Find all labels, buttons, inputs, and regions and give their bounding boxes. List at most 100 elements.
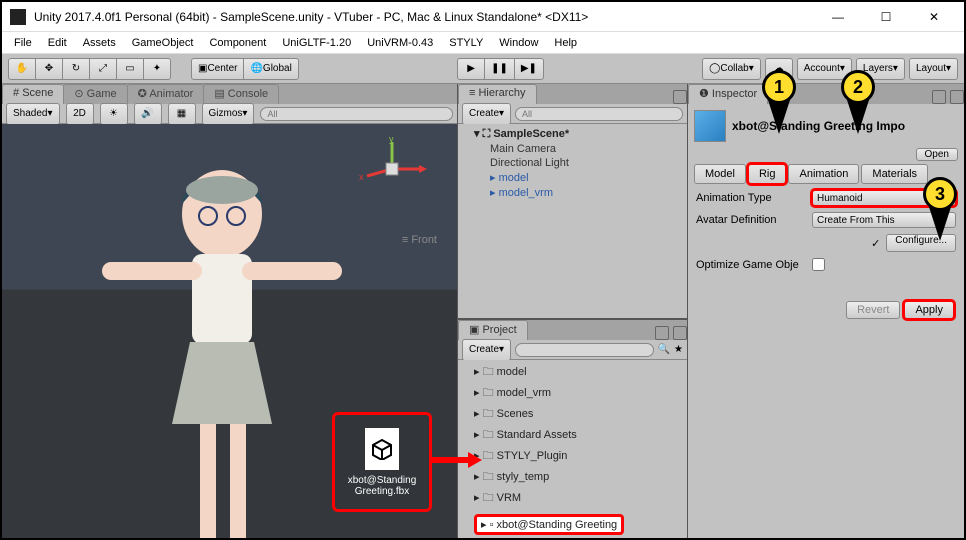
menu-assets[interactable]: Assets — [77, 35, 122, 51]
play-button[interactable]: ▶ — [457, 58, 485, 80]
inspector-menu-icon[interactable] — [950, 90, 964, 104]
collab-button[interactable]: ◯ Collab ▾ — [702, 58, 761, 80]
callout-3-arrow — [932, 209, 948, 239]
hierarchy-item-camera[interactable]: Main Camera — [462, 142, 683, 156]
avatar-definition-label: Avatar Definition — [696, 214, 806, 226]
avatar-check-icon: ✓ — [871, 237, 880, 250]
menu-bar: File Edit Assets GameObject Component Un… — [2, 32, 964, 54]
audio-toggle[interactable]: 🔊 — [134, 103, 162, 125]
scene-tab-row: # Scene ⊙ Game ✪ Animator ▤ Console — [2, 84, 457, 104]
inspector-tab-model[interactable]: Model — [694, 164, 746, 184]
close-button[interactable]: ✕ — [912, 3, 956, 31]
shaded-dropdown[interactable]: Shaded ▾ — [6, 103, 60, 125]
file-overlay: xbot@Standing Greeting.fbx — [332, 412, 432, 512]
project-folder[interactable]: ▸ 🗀 Standard Assets — [462, 425, 683, 446]
callout-1: 1 — [762, 70, 796, 104]
inspector-asset-name: xbot@Standing Greeting Impo — [732, 119, 958, 133]
fbx-file-icon — [364, 427, 400, 471]
project-tree[interactable]: ▸ 🗀 model ▸ 🗀 model_vrm ▸ 🗀 Scenes ▸ 🗀 S… — [458, 360, 687, 538]
hierarchy-search-input[interactable] — [515, 107, 683, 121]
apply-button[interactable]: Apply — [904, 301, 954, 319]
optimize-checkbox[interactable] — [812, 258, 825, 271]
menu-edit[interactable]: Edit — [42, 35, 73, 51]
hierarchy-scene-root[interactable]: ▾ ⛶ SampleScene* — [462, 126, 683, 142]
unity-logo-icon — [10, 9, 26, 25]
tab-hierarchy[interactable]: ≡ Hierarchy — [458, 84, 537, 104]
transform-tool-button[interactable]: ✦ — [143, 58, 171, 80]
hierarchy-create-button[interactable]: Create ▾ — [462, 103, 511, 125]
project-folder[interactable]: ▸ 🗀 STYLY_Plugin — [462, 446, 683, 467]
project-search-input[interactable] — [515, 343, 654, 357]
project-create-button[interactable]: Create ▾ — [462, 339, 511, 361]
project-star-icon[interactable]: ★ — [674, 344, 683, 355]
tab-console[interactable]: ▤ Console — [203, 84, 279, 104]
inspector-tab-materials[interactable]: Materials — [861, 164, 928, 184]
menu-univrm[interactable]: UniVRM-0.43 — [361, 35, 439, 51]
scene-search-input[interactable] — [260, 107, 453, 121]
inspector-open-button[interactable]: Open — [916, 148, 958, 161]
menu-component[interactable]: Component — [203, 35, 272, 51]
callout-1-arrow — [771, 102, 787, 132]
hierarchy-menu-icon[interactable] — [673, 90, 687, 104]
lighting-toggle[interactable]: ☀ — [100, 103, 128, 125]
svg-text:y: y — [389, 134, 394, 144]
tab-inspector[interactable]: ❶ Inspector — [688, 84, 768, 104]
menu-window[interactable]: Window — [493, 35, 544, 51]
callout-3: 3 — [923, 177, 957, 211]
project-filter-icon[interactable]: 🔍 — [658, 344, 670, 355]
fx-toggle[interactable]: ▦ — [168, 103, 196, 125]
rect-tool-button[interactable]: ▭ — [116, 58, 144, 80]
file-overlay-name: xbot@Standing Greeting.fbx — [335, 475, 429, 497]
project-selected-asset[interactable]: ▸ ▫ xbot@Standing Greeting — [474, 514, 624, 535]
hierarchy-item-light[interactable]: Directional Light — [462, 156, 683, 170]
project-folder[interactable]: ▸ 🗀 model — [462, 362, 683, 383]
tab-scene[interactable]: # Scene — [2, 84, 64, 104]
asset-thumbnail-icon — [694, 110, 726, 142]
hierarchy-tree[interactable]: ▾ ⛶ SampleScene* Main Camera Directional… — [458, 124, 687, 318]
scale-tool-button[interactable]: ⤢ — [89, 58, 117, 80]
pivot-global-button[interactable]: 🌐 Global — [243, 58, 298, 80]
tab-animator[interactable]: ✪ Animator — [127, 84, 205, 104]
project-folder[interactable]: ▸ 🗀 styly_temp — [462, 467, 683, 488]
rotate-tool-button[interactable]: ↻ — [62, 58, 90, 80]
project-folder[interactable]: ▸ 🗀 Scenes — [462, 404, 683, 425]
project-folder[interactable]: ▸ 🗀 model_vrm — [462, 383, 683, 404]
project-lock-icon[interactable] — [655, 326, 669, 340]
menu-help[interactable]: Help — [548, 35, 583, 51]
hierarchy-item-model[interactable]: ▸ model — [462, 170, 683, 185]
window-title: Unity 2017.4.0f1 Personal (64bit) - Samp… — [34, 10, 816, 24]
main-toolbar: ✋ ✥ ↻ ⤢ ▭ ✦ ▣ Center 🌐 Global ▶ ❚❚ ▶❚ ◯ … — [2, 54, 964, 84]
pivot-center-button[interactable]: ▣ Center — [191, 58, 244, 80]
inspector-tab-rig[interactable]: Rig — [748, 164, 787, 184]
hand-tool-button[interactable]: ✋ — [8, 58, 36, 80]
window-titlebar: Unity 2017.4.0f1 Personal (64bit) - Samp… — [2, 2, 964, 32]
menu-gameobject[interactable]: GameObject — [126, 35, 200, 51]
pause-button[interactable]: ❚❚ — [484, 58, 515, 80]
tab-game[interactable]: ⊙ Game — [63, 84, 127, 104]
inspector-tab-animation[interactable]: Animation — [788, 164, 859, 184]
step-button[interactable]: ▶❚ — [514, 58, 544, 80]
viewport-front-label: ≡ Front — [402, 234, 437, 246]
revert-button[interactable]: Revert — [846, 301, 900, 319]
orientation-gizmo[interactable]: y x — [357, 134, 427, 204]
tab-project[interactable]: ▣ Project — [458, 320, 528, 340]
hierarchy-item-modelvrm[interactable]: ▸ model_vrm — [462, 185, 683, 200]
mode-2d-toggle[interactable]: 2D — [66, 103, 94, 125]
scene-avatar-model[interactable] — [82, 154, 362, 538]
optimize-label: Optimize Game Obje — [696, 259, 806, 271]
maximize-button[interactable]: ☐ — [864, 3, 908, 31]
inspector-lock-icon[interactable] — [932, 90, 946, 104]
layout-button[interactable]: Layout ▾ — [909, 58, 958, 80]
project-menu-icon[interactable] — [673, 326, 687, 340]
callout-2: 2 — [841, 70, 875, 104]
menu-styly[interactable]: STYLY — [443, 35, 489, 51]
callout-2-arrow — [850, 102, 866, 132]
project-folder[interactable]: ▸ 🗀 VRM — [462, 488, 683, 509]
minimize-button[interactable]: — — [816, 3, 860, 31]
gizmos-dropdown[interactable]: Gizmos ▾ — [202, 103, 255, 125]
menu-unigltf[interactable]: UniGLTF-1.20 — [276, 35, 357, 51]
animation-type-label: Animation Type — [696, 192, 806, 204]
scene-control-bar: Shaded ▾ 2D ☀ 🔊 ▦ Gizmos ▾ — [2, 104, 457, 124]
move-tool-button[interactable]: ✥ — [35, 58, 63, 80]
menu-file[interactable]: File — [8, 35, 38, 51]
